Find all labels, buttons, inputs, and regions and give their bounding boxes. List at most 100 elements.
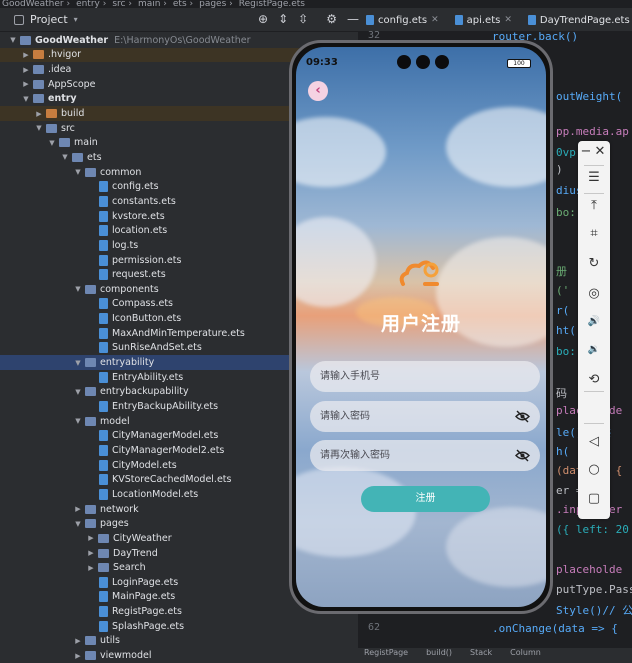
chevron-down-icon[interactable]: ▼ (60, 153, 70, 161)
home-icon[interactable]: ○ (582, 459, 606, 481)
chevron-down-icon[interactable]: ▼ (34, 124, 44, 132)
close-icon[interactable]: ✕ (431, 15, 439, 25)
close-icon[interactable]: ✕ (592, 141, 608, 163)
breadcrumb-item[interactable]: RegistPage.ets (239, 0, 305, 8)
password-input[interactable]: 请输入密码 (310, 401, 540, 432)
tree-item-label: Compass.ets (112, 298, 173, 310)
code-line: 册 (556, 265, 567, 278)
shake-icon[interactable]: ⟲ (582, 369, 606, 391)
file-icon (99, 444, 108, 456)
camera-icon (397, 55, 411, 69)
status-crumb[interactable]: build() (426, 648, 452, 658)
weather-logo-icon (399, 260, 439, 286)
chevron-right-icon[interactable]: ▶ (34, 110, 44, 118)
chevron-right-icon[interactable]: ▶ (86, 549, 96, 557)
tree-item-label: utils (100, 635, 120, 647)
tree-item-label: SunRiseAndSet.ets (112, 342, 202, 354)
folder-icon (85, 416, 96, 426)
breadcrumb-item[interactable]: src › (112, 0, 132, 8)
code-line: Style()// 公共 (556, 604, 632, 617)
tree-item-label: config.ets (112, 181, 159, 193)
tree-item-label: RegistPage.ets (112, 606, 182, 618)
phone-emulator: 09:33 100 ‹ 用户注册 请输入手机号 请输入密码 请再次输入密码 注册 (289, 40, 553, 614)
code-line: pp.media.ap (556, 125, 629, 138)
status-crumb[interactable]: Stack (470, 648, 492, 658)
gear-icon[interactable]: ⚙ (326, 12, 337, 26)
project-label: Project (30, 13, 68, 26)
recent-icon[interactable]: ▢ (582, 488, 606, 510)
folder-icon (46, 109, 57, 119)
editor-tab[interactable]: config.ets ✕ (358, 8, 447, 32)
breadcrumb-item[interactable]: pages › (199, 0, 233, 8)
camera-icon (416, 55, 430, 69)
volume-up-icon[interactable]: 🔊 (582, 311, 606, 333)
breadcrumb-item[interactable]: ets › (173, 0, 193, 8)
confirm-password-input[interactable]: 请再次输入密码 (310, 440, 540, 471)
code-line: placeholde (556, 563, 623, 576)
chevron-right-icon[interactable]: ▶ (73, 505, 83, 513)
tree-item-label: CityModel.ets (112, 459, 177, 471)
back-button[interactable]: ‹ (308, 81, 328, 101)
chevron-down-icon[interactable]: ▼ (73, 359, 83, 367)
tab-label: config.ets (378, 14, 428, 26)
chevron-right-icon[interactable]: ▶ (73, 637, 83, 645)
chevron-down-icon[interactable]: ▼ (21, 95, 31, 103)
register-button[interactable]: 注册 (361, 486, 490, 512)
ide-window: GoodWeather › entry › src › main › ets › page… (0, 0, 632, 661)
tree-folder-item[interactable]: ▶ viewmodel (0, 648, 358, 663)
folder-icon (46, 123, 57, 133)
chevron-down-icon[interactable]: ▼ (73, 285, 83, 293)
code-line: h( (556, 445, 570, 458)
file-icon (366, 15, 374, 25)
back-icon[interactable]: ◁ (582, 431, 606, 453)
chevron-down-icon[interactable]: ▼ (73, 168, 83, 176)
chevron-down-icon[interactable]: ▼ (73, 520, 83, 528)
project-selector[interactable]: Project ▾ (14, 13, 78, 26)
collapse-all-icon[interactable]: ⇳ (298, 12, 308, 26)
folder-icon (85, 504, 96, 514)
close-icon[interactable]: ✕ (504, 15, 512, 25)
file-icon (454, 15, 463, 25)
crop-icon[interactable]: ⌗ (582, 223, 606, 245)
eye-off-icon[interactable] (515, 410, 530, 423)
cloud-decoration (446, 107, 546, 187)
tree-item-label: common (100, 166, 142, 178)
locate-icon[interactable]: ⊕ (258, 12, 268, 26)
editor-tab[interactable]: DayTrendPage.ets✕ (520, 8, 632, 32)
chevron-down-icon[interactable]: ▼ (8, 36, 18, 44)
tree-item-label: CityManagerModel2.ets (112, 444, 225, 456)
chevron-right-icon[interactable]: ▶ (21, 51, 31, 59)
tree-item-label: LocationModel.ets (112, 488, 199, 500)
tree-item-label: Search (113, 562, 146, 574)
breadcrumb-item[interactable]: GoodWeather › (2, 0, 70, 8)
chevron-right-icon[interactable]: ▶ (86, 534, 96, 542)
phone-input[interactable]: 请输入手机号 (310, 361, 540, 392)
rotate-icon[interactable]: ↻ (582, 253, 606, 275)
chevron-right-icon[interactable]: ▶ (21, 66, 31, 74)
tree-item-label: .hvigor (48, 49, 82, 61)
status-crumb[interactable]: RegistPage (364, 648, 408, 658)
screenshot-icon[interactable]: ◎ (582, 283, 606, 305)
pin-top-icon[interactable]: ⤒ (582, 195, 606, 217)
volume-down-icon[interactable]: 🔉 (582, 339, 606, 361)
chevron-down-icon[interactable]: ▼ (47, 139, 57, 147)
chevron-right-icon[interactable]: ▶ (73, 652, 83, 660)
editor-tab[interactable]: api.ets ✕ (447, 8, 520, 32)
chevron-down-icon[interactable]: ▼ (73, 388, 83, 396)
breadcrumb-item[interactable]: entry › (76, 0, 106, 8)
expand-all-icon[interactable]: ⇕ (278, 12, 288, 26)
breadcrumb-item[interactable]: main › (138, 0, 167, 8)
file-icon (99, 313, 108, 325)
tree-file-item[interactable]: SplashPage.ets (0, 619, 358, 634)
eye-off-icon[interactable] (515, 449, 530, 462)
status-crumb[interactable]: Column (510, 648, 541, 658)
chevron-right-icon[interactable]: ▶ (86, 564, 96, 572)
file-icon (99, 576, 108, 588)
tree-folder-item[interactable]: ▶ utils (0, 634, 358, 649)
cloud-decoration (296, 467, 416, 557)
chevron-down-icon[interactable]: ▼ (73, 417, 83, 425)
chevron-right-icon[interactable]: ▶ (21, 80, 31, 88)
menu-icon[interactable]: ☰ (582, 167, 606, 189)
tree-item-label: CityManagerModel.ets (112, 430, 219, 442)
folder-icon (85, 358, 96, 368)
